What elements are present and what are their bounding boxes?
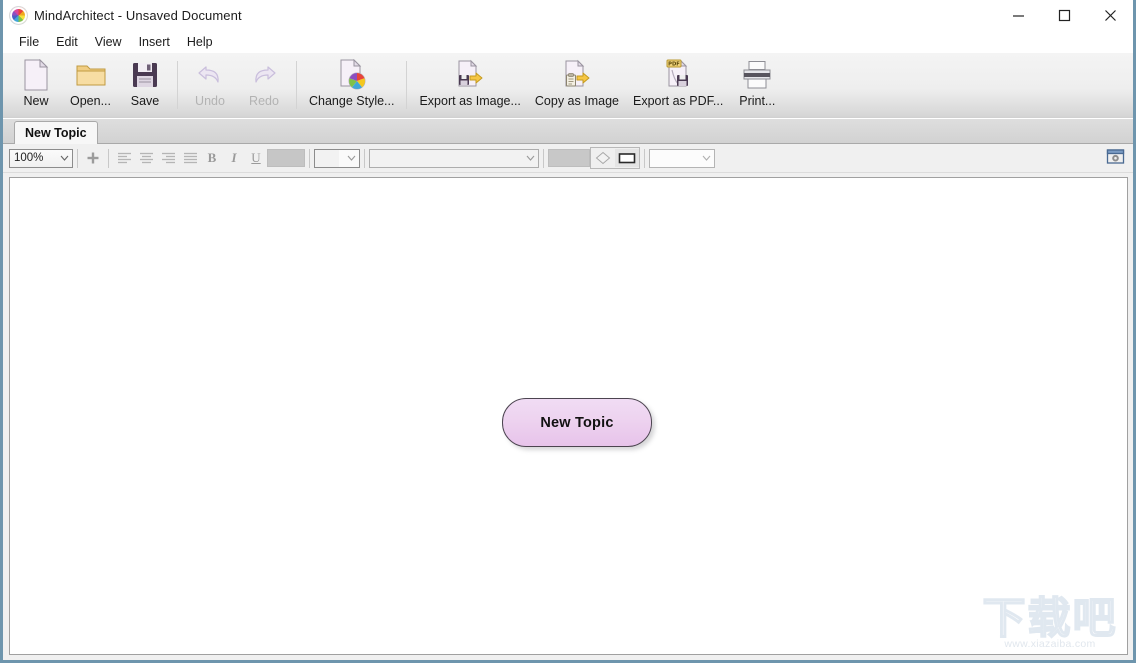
mindmap-canvas[interactable]: New Topic 下载吧 www.xiazaiba.com: [9, 177, 1128, 655]
color-wheel-icon: [10, 7, 27, 24]
text-color-swatch[interactable]: [267, 149, 305, 167]
toolbar-button-print[interactable]: Print...: [730, 53, 784, 108]
toolbar-label: Undo: [195, 94, 225, 108]
toolbar-button-change-style[interactable]: Change Style...: [302, 53, 401, 108]
copy-image-icon: [557, 58, 597, 92]
zoom-level-select[interactable]: 100%: [9, 148, 73, 168]
align-right-icon[interactable]: [157, 148, 179, 168]
title-bar: MindArchitect - Unsaved Document: [3, 0, 1133, 32]
undo-arrow-icon: [190, 58, 230, 92]
toolbar-button-undo[interactable]: Undo: [183, 53, 237, 108]
tab-new-topic[interactable]: New Topic: [14, 121, 98, 144]
menu-item-file[interactable]: File: [11, 33, 48, 52]
window-controls: [995, 0, 1133, 31]
printer-icon: [737, 58, 777, 92]
canvas-area: New Topic 下载吧 www.xiazaiba.com: [3, 173, 1133, 660]
color-palette-icon: [332, 58, 372, 92]
redo-arrow-icon: [244, 58, 284, 92]
maximize-icon[interactable]: [1041, 0, 1087, 31]
align-center-icon[interactable]: [135, 148, 157, 168]
menu-item-edit[interactable]: Edit: [48, 33, 87, 52]
format-separator: [364, 148, 365, 168]
toolbar-button-export-image[interactable]: Export as Image...: [412, 53, 527, 108]
properties-panel-icon[interactable]: [1105, 147, 1125, 166]
toolbar-label: Save: [130, 94, 160, 108]
format-separator: [543, 148, 544, 168]
menu-item-view[interactable]: View: [87, 33, 131, 52]
rectangle-shape-button[interactable]: [615, 149, 639, 167]
floppy-disk-icon: [125, 58, 165, 92]
minimize-icon[interactable]: [995, 0, 1041, 31]
font-family-select[interactable]: [369, 148, 539, 168]
toolbar-button-redo[interactable]: Redo: [237, 53, 291, 108]
toolbar-label: New: [23, 94, 49, 108]
toolbar-label: Print...: [739, 94, 776, 108]
tab-label: New Topic: [25, 126, 87, 140]
menu-bar: File Edit View Insert Help: [3, 32, 1133, 53]
node-label: New Topic: [540, 414, 614, 431]
menu-item-help[interactable]: Help: [179, 33, 222, 52]
toolbar-label: Redo: [249, 94, 279, 108]
window-title: MindArchitect - Unsaved Document: [34, 8, 242, 23]
toolbar-label: Export as PDF...: [632, 94, 724, 108]
toolbar-label: Export as Image...: [419, 94, 521, 108]
toolbar-button-copy-image[interactable]: Copy as Image: [528, 53, 626, 108]
watermark-glyphs: 下载吧: [982, 594, 1118, 644]
line-style-select[interactable]: [649, 148, 715, 168]
diamond-shape-button[interactable]: [591, 149, 615, 167]
format-separator: [108, 148, 109, 168]
align-justify-icon[interactable]: [179, 148, 201, 168]
mindmap-node-new-topic[interactable]: New Topic: [502, 398, 652, 447]
chevron-down-icon: [698, 155, 714, 161]
toolbar-label: Copy as Image: [534, 94, 619, 108]
toolbar-button-new[interactable]: New: [9, 53, 63, 108]
bold-button[interactable]: B: [201, 148, 223, 168]
add-topic-button[interactable]: [82, 148, 104, 168]
toolbar-button-export-pdf[interactable]: PDF Export as PDF...: [626, 53, 730, 108]
chevron-down-icon: [343, 155, 359, 161]
open-folder-icon: [71, 58, 111, 92]
new-document-icon: [16, 58, 56, 92]
toolbar-button-save[interactable]: Save: [118, 53, 172, 108]
italic-button[interactable]: I: [223, 148, 245, 168]
export-pdf-icon: PDF: [658, 58, 698, 92]
toolbar-separator: [177, 61, 178, 109]
underline-button[interactable]: U: [245, 148, 267, 168]
fill-color-swatch[interactable]: [548, 149, 590, 167]
svg-text:PDF: PDF: [668, 62, 680, 68]
watermark-url: www.xiazaiba.com: [1004, 638, 1096, 650]
toolbar-button-open[interactable]: Open...: [63, 53, 118, 108]
align-left-icon[interactable]: [113, 148, 135, 168]
zoom-level-value: 100%: [14, 152, 44, 164]
shape-button-group: [590, 147, 640, 169]
format-toolbar: 100% B I U: [3, 144, 1133, 173]
close-icon[interactable]: [1087, 0, 1133, 31]
menu-item-insert[interactable]: Insert: [131, 33, 179, 52]
application-window: MindArchitect - Unsaved Document File Ed…: [0, 0, 1136, 663]
font-size-select[interactable]: [314, 148, 360, 168]
main-toolbar: New Open... Save Undo Redo Change Style.…: [3, 53, 1133, 119]
format-separator: [644, 148, 645, 168]
format-separator: [309, 148, 310, 168]
chevron-down-icon: [522, 155, 538, 161]
toolbar-separator: [296, 61, 297, 109]
toolbar-label: Change Style...: [309, 94, 395, 108]
export-image-icon: [450, 58, 490, 92]
tab-strip: New Topic: [3, 119, 1133, 144]
watermark: 下载吧 www.xiazaiba.com: [979, 592, 1121, 650]
format-separator: [77, 148, 78, 168]
toolbar-separator: [406, 61, 408, 109]
chevron-down-icon: [56, 155, 72, 161]
toolbar-label: Open...: [70, 94, 111, 108]
